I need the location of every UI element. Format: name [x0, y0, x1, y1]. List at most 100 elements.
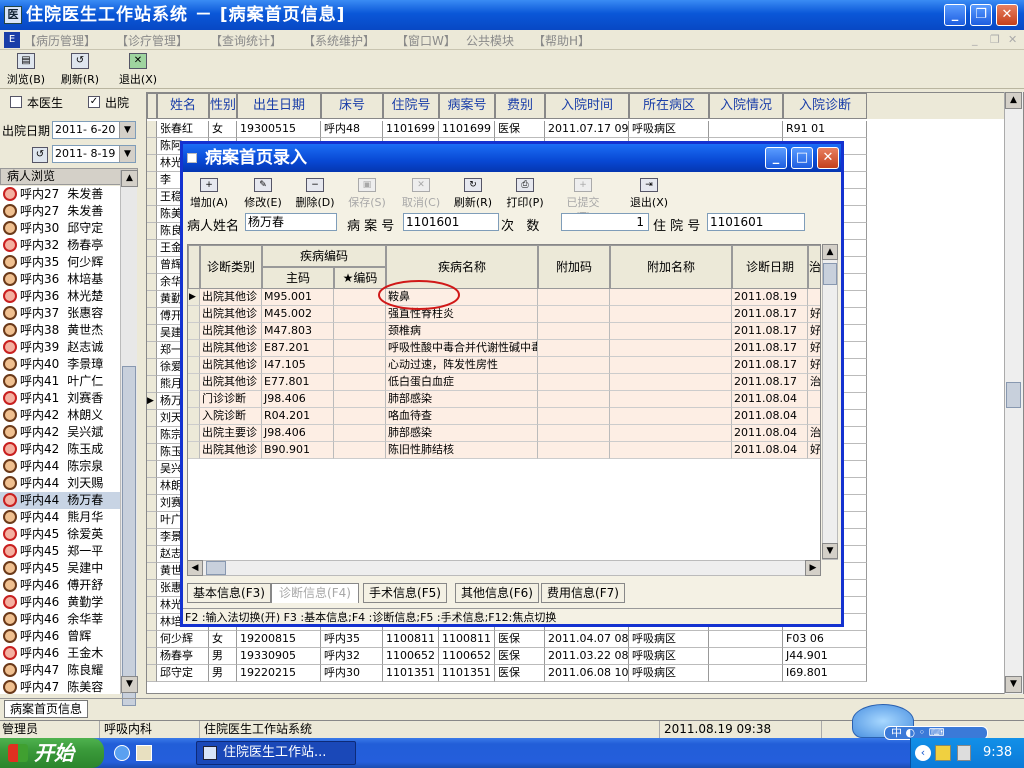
diagnosis-cell-extra-name[interactable] [610, 289, 732, 306]
diagnosis-cell-star[interactable] [334, 357, 386, 374]
diagnosis-cell-result[interactable] [808, 289, 820, 306]
diagnosis-cell-result[interactable]: 治愈 [808, 374, 820, 391]
diagnosis-cell-type[interactable]: 入院诊断 [200, 408, 262, 425]
menu-query-stats[interactable]: 【查询统计】 [210, 32, 282, 49]
diagnosis-cell-code[interactable]: B90.901 [262, 442, 334, 459]
grid-col-header[interactable]: 床号 [321, 93, 383, 119]
patient-list-item[interactable]: 呼内36 林光楚 [0, 288, 120, 305]
grid-col-header[interactable]: 性别 [209, 93, 237, 119]
diagnosis-cell-result[interactable] [808, 408, 820, 425]
diagnosis-cell-result[interactable]: 好转 [808, 323, 820, 340]
diagnosis-cell-type[interactable]: 出院其他诊 [200, 306, 262, 323]
diagnosis-cell-name[interactable]: 肺部感染 [386, 425, 538, 442]
diagnosis-cell-extra-code[interactable] [538, 306, 610, 323]
case-no-field[interactable]: 1101601 [403, 213, 499, 231]
my-patients-checkbox[interactable] [10, 96, 22, 108]
diagnosis-cell-type[interactable]: 出院其他诊 [200, 340, 262, 357]
dialog-tool-button[interactable]: ✎ 修改(E) [239, 178, 287, 210]
col-extra-name[interactable]: 附加名称 [610, 245, 732, 289]
tab-surgery-info[interactable]: 手术信息(F5) [363, 583, 447, 603]
patient-list-item[interactable]: 呼内42 陈玉成 [0, 441, 120, 458]
diagnosis-cell-extra-code[interactable] [538, 323, 610, 340]
discharged-checkbox[interactable]: ✓ [88, 96, 100, 108]
diagnosis-row[interactable]: 出院其他诊M47.803 颈椎病 2011.08.17好转 [188, 323, 820, 340]
tray-expand-icon[interactable]: ‹ [915, 745, 931, 761]
patient-list-item[interactable]: 呼内38 黄世杰 [0, 322, 120, 339]
scroll-left-icon[interactable]: ◀ [187, 560, 203, 576]
diagnosis-cell-extra-code[interactable] [538, 408, 610, 425]
scroll-down-icon[interactable]: ▼ [1005, 676, 1022, 693]
diagnosis-cell-extra-code[interactable] [538, 391, 610, 408]
diagnosis-cell-extra-name[interactable] [610, 408, 732, 425]
network-icon[interactable] [957, 745, 971, 761]
menu-help[interactable]: 【帮助H】 [533, 32, 590, 49]
diagnosis-cell-star[interactable] [334, 408, 386, 425]
diagnosis-cell-extra-code[interactable] [538, 289, 610, 306]
window-titlebar[interactable]: 医 住院医生工作站系统 － [病案首页信息] _ ❐ ✕ [0, 0, 1024, 30]
scroll-up-icon[interactable]: ▲ [822, 244, 838, 260]
mdi-close-icon[interactable]: ✕ [1008, 33, 1017, 46]
patient-list-item[interactable]: 呼内46 曾辉 [0, 628, 120, 645]
diagnosis-cell-name[interactable]: 呼吸性酸中毒合并代谢性碱中毒 [386, 340, 538, 357]
dialog-tool-button[interactable]: + 增加(A) [185, 178, 233, 210]
scroll-down-icon[interactable]: ▼ [822, 543, 838, 559]
diagnosis-cell-date[interactable]: 2011.08.04 [732, 442, 808, 459]
dialog-tool-button[interactable]: − 删除(D) [291, 178, 339, 210]
grid-col-header[interactable]: 住院号 [383, 93, 439, 119]
patient-list[interactable]: 呼内27 朱发善 呼内27 朱发善 呼内30 邱守定 呼内32 杨春亭 呼内35 何少辉 呼内36 林… [0, 186, 120, 694]
diagnosis-cell-extra-code[interactable] [538, 425, 610, 442]
diagnosis-row[interactable]: 出院其他诊M45.002强直性脊柱炎2011.08.17好转 [188, 306, 820, 323]
diagnosis-cell-extra-name[interactable] [610, 374, 732, 391]
tab-other-info[interactable]: 其他信息(F6) [455, 583, 539, 603]
security-shield-icon[interactable] [935, 745, 951, 761]
patient-list-item[interactable]: 呼内46 黄勤学 [0, 594, 120, 611]
desktop-icon[interactable] [136, 745, 152, 761]
diagnosis-row[interactable]: 入院诊断 R04.201 咯血待查 2011.08.04 [188, 408, 820, 425]
dialog-minimize-button[interactable]: _ [765, 147, 787, 169]
diagnosis-cell-extra-code[interactable] [538, 442, 610, 459]
diagnosis-cell-date[interactable]: 2011.08.04 [732, 425, 808, 442]
patient-list-item[interactable]: 呼内45 徐爱英 [0, 526, 120, 543]
diagnosis-cell-extra-code[interactable] [538, 340, 610, 357]
grid-scrollbar[interactable]: ▲ ▼ [1004, 92, 1023, 694]
diagnosis-cell-name[interactable]: 低白蛋白血症 [386, 374, 538, 391]
diagnosis-cell-date[interactable]: 2011.08.19 [732, 289, 808, 306]
scroll-up-icon[interactable]: ▲ [1005, 92, 1022, 109]
diagnosis-cell-extra-name[interactable] [610, 425, 732, 442]
diagnosis-row[interactable]: 门诊诊断 J98.406 肺部感染 2011.08.04 [188, 391, 820, 408]
menu-public-module[interactable]: 公共模块 [466, 32, 514, 49]
diagnosis-vscroll[interactable]: ▲ ▼ [822, 244, 838, 560]
patient-list-item[interactable]: 呼内27 朱发善 [0, 203, 120, 220]
tab-basic-info[interactable]: 基本信息(F3) [187, 583, 271, 603]
menu-system-maint[interactable]: 【系统维护】 [303, 32, 375, 49]
chevron-down-icon[interactable]: ▼ [119, 146, 135, 162]
diagnosis-hscroll[interactable]: ◀ ▶ [187, 560, 821, 576]
diagnosis-cell-code[interactable]: J98.406 [262, 391, 334, 408]
restore-button[interactable]: ❐ [970, 4, 992, 26]
close-button[interactable]: ✕ [996, 4, 1018, 26]
diagnosis-cell-type[interactable]: 出院其他诊 [200, 323, 262, 340]
diagnosis-cell-code[interactable]: R04.201 [262, 408, 334, 425]
menu-window[interactable]: 【窗口W】 [396, 32, 456, 49]
diagnosis-row[interactable]: 出院主要诊J98.406 肺部感染 2011.08.04治愈 [188, 425, 820, 442]
tab-diagnosis-info[interactable]: 诊断信息(F4) [271, 583, 359, 603]
scroll-thumb[interactable] [1006, 382, 1021, 408]
grid-col-header[interactable]: 姓名 [157, 93, 209, 119]
table-row[interactable]: 杨春亭男 19330905 呼内32 1100652 1100652 医保 2011.03.… [147, 648, 1007, 665]
mdi-app-icon[interactable]: E [4, 32, 20, 48]
grid-col-header[interactable]: 所在病区 [629, 93, 709, 119]
patient-list-item[interactable]: 呼内47 陈良耀 [0, 662, 120, 679]
exit-button[interactable]: ✕ 退出(X) [114, 53, 162, 87]
patient-list-item[interactable]: 呼内41 叶广仁 [0, 373, 120, 390]
diagnosis-cell-date[interactable]: 2011.08.04 [732, 391, 808, 408]
minimize-button[interactable]: _ [944, 4, 966, 26]
patient-list-item[interactable]: 呼内45 郑一平 [0, 543, 120, 560]
mdi-minimize-icon[interactable]: _ [972, 33, 978, 46]
diagnosis-cell-star[interactable] [334, 340, 386, 357]
diagnosis-grid[interactable]: 诊断类别 疾病编码 主码 ★编码 疾病名称 附加码 附加名称 诊断日期 治 ▶ 出… [187, 244, 821, 576]
diagnosis-cell-date[interactable]: 2011.08.17 [732, 374, 808, 391]
date-refresh-icon[interactable]: ↺ [32, 147, 48, 163]
menu-case-mgmt[interactable]: 【病历管理】 [24, 32, 96, 49]
grid-col-header[interactable]: 病案号 [439, 93, 495, 119]
diagnosis-cell-result[interactable]: 好转 [808, 357, 820, 374]
